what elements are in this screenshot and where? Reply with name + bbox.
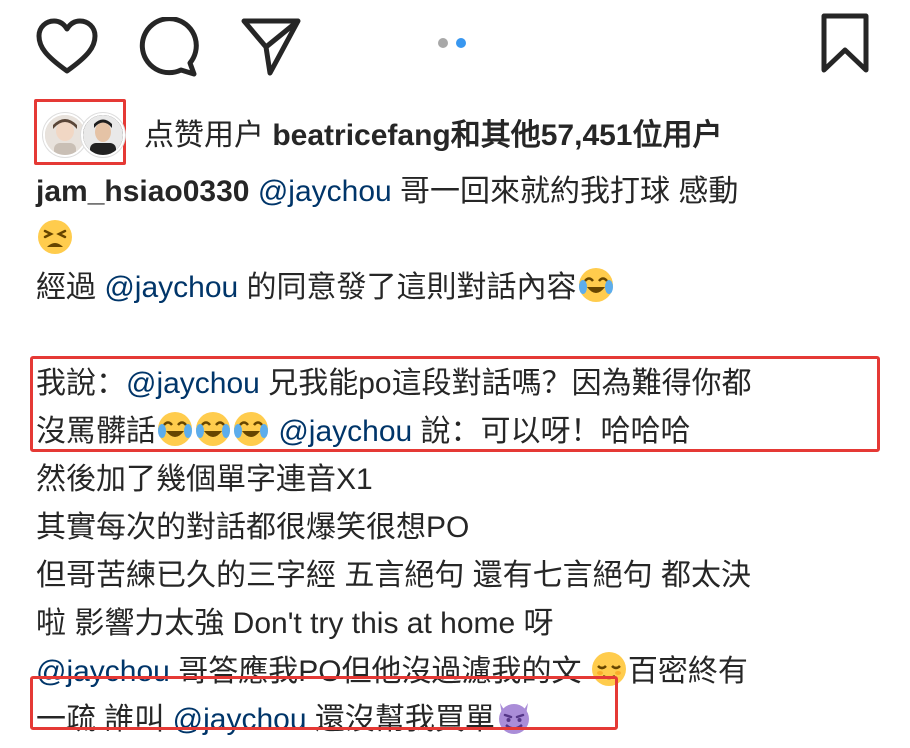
caption-text: 的同意發了這則對話內容 xyxy=(238,271,577,304)
caption-text: 兄我能po這段對話嗎？因為難得你都 xyxy=(259,367,752,400)
mention-link[interactable]: @jaychou xyxy=(126,367,260,400)
caption-text: 沒罵髒話 xyxy=(36,415,156,448)
caption-text: 經過 xyxy=(36,271,105,304)
caption-line: 然後加了幾個單字連音X1 xyxy=(36,463,373,496)
smiling-face-with-horns-emoji xyxy=(498,703,529,734)
tired-face-emoji xyxy=(38,220,72,254)
caption-line: 沒罵髒話 @jaychou 說：可以呀！哈哈哈 xyxy=(36,408,886,456)
carousel-indicator xyxy=(438,38,466,48)
avatar[interactable] xyxy=(81,113,125,157)
caption-line: 啦 影響力太強 Don't try this at home 呀 xyxy=(36,607,554,640)
face-with-tears-of-joy-emoji xyxy=(234,412,268,446)
caption-text: 哥答應我PO但他沒過濾我的文 xyxy=(169,655,590,688)
post-caption: jam_hsiao0330 @jaychou 哥一回來就約我打球 感動 經過 @… xyxy=(36,168,886,744)
likes-text[interactable]: 点赞用户 beatricefang和其他57,451位用户 xyxy=(144,110,723,154)
caption-text: 百密終有 xyxy=(627,655,748,688)
paper-plane-icon[interactable] xyxy=(240,17,302,77)
carousel-dot xyxy=(438,38,448,48)
likes-summary: 点赞用户 beatricefang和其他57,451位用户 xyxy=(34,98,894,166)
mention-link[interactable]: @jaychou xyxy=(104,271,238,304)
bookmark-icon[interactable] xyxy=(820,12,870,74)
caption-line xyxy=(36,216,886,264)
caption-text: 說：可以呀！哈哈哈 xyxy=(412,415,691,448)
caption-line: jam_hsiao0330 @jaychou 哥一回來就約我打球 感動 xyxy=(36,168,886,216)
caption-line: 一疏 誰叫 @jaychou 還沒幫我買單 xyxy=(36,696,886,744)
heart-outline-icon[interactable] xyxy=(36,18,98,76)
caption-line: @jaychou 哥答應我PO但他沒過濾我的文 百密終有 xyxy=(36,648,886,696)
face-with-tears-of-joy-emoji xyxy=(158,412,192,446)
caption-text: 我說： xyxy=(36,367,126,400)
mention-link[interactable]: @jaychou xyxy=(278,415,412,448)
face-with-tears-of-joy-emoji xyxy=(578,268,613,302)
post-action-bar xyxy=(0,0,910,90)
mention-link[interactable]: @jaychou xyxy=(36,655,170,688)
author-username[interactable]: jam_hsiao0330 xyxy=(36,175,249,208)
carousel-dot-active xyxy=(456,38,466,48)
caption-text: 一疏 誰叫 xyxy=(36,703,173,736)
liker-username[interactable]: beatricefang xyxy=(272,119,450,152)
speech-bubble-icon[interactable] xyxy=(137,17,199,77)
caption-line: 其實每次的對話都很爆笑很想PO xyxy=(36,511,470,544)
caption-line: 經過 @jaychou 的同意發了這則對話內容 xyxy=(36,264,886,312)
liker-avatars-highlight[interactable] xyxy=(34,99,126,165)
relieved-face-emoji xyxy=(591,652,626,686)
caption-text: 哥一回來就約我打球 感動 xyxy=(391,175,739,208)
face-with-tears-of-joy-emoji xyxy=(196,412,230,446)
mention-link[interactable]: @jaychou xyxy=(258,175,392,208)
caption-line: 但哥苦練已久的三字經 五言絕句 還有七言絕句 都太決 xyxy=(36,559,752,592)
caption-text: 還沒幫我買單 xyxy=(306,703,495,736)
caption-line: 我說：@jaychou 兄我能po這段對話嗎？因為難得你都 xyxy=(36,360,886,408)
likes-count[interactable]: 和其他57,451位用户 xyxy=(451,119,723,152)
likes-prefix: 点赞用户 xyxy=(144,119,273,152)
mention-link[interactable]: @jaychou xyxy=(173,703,307,736)
